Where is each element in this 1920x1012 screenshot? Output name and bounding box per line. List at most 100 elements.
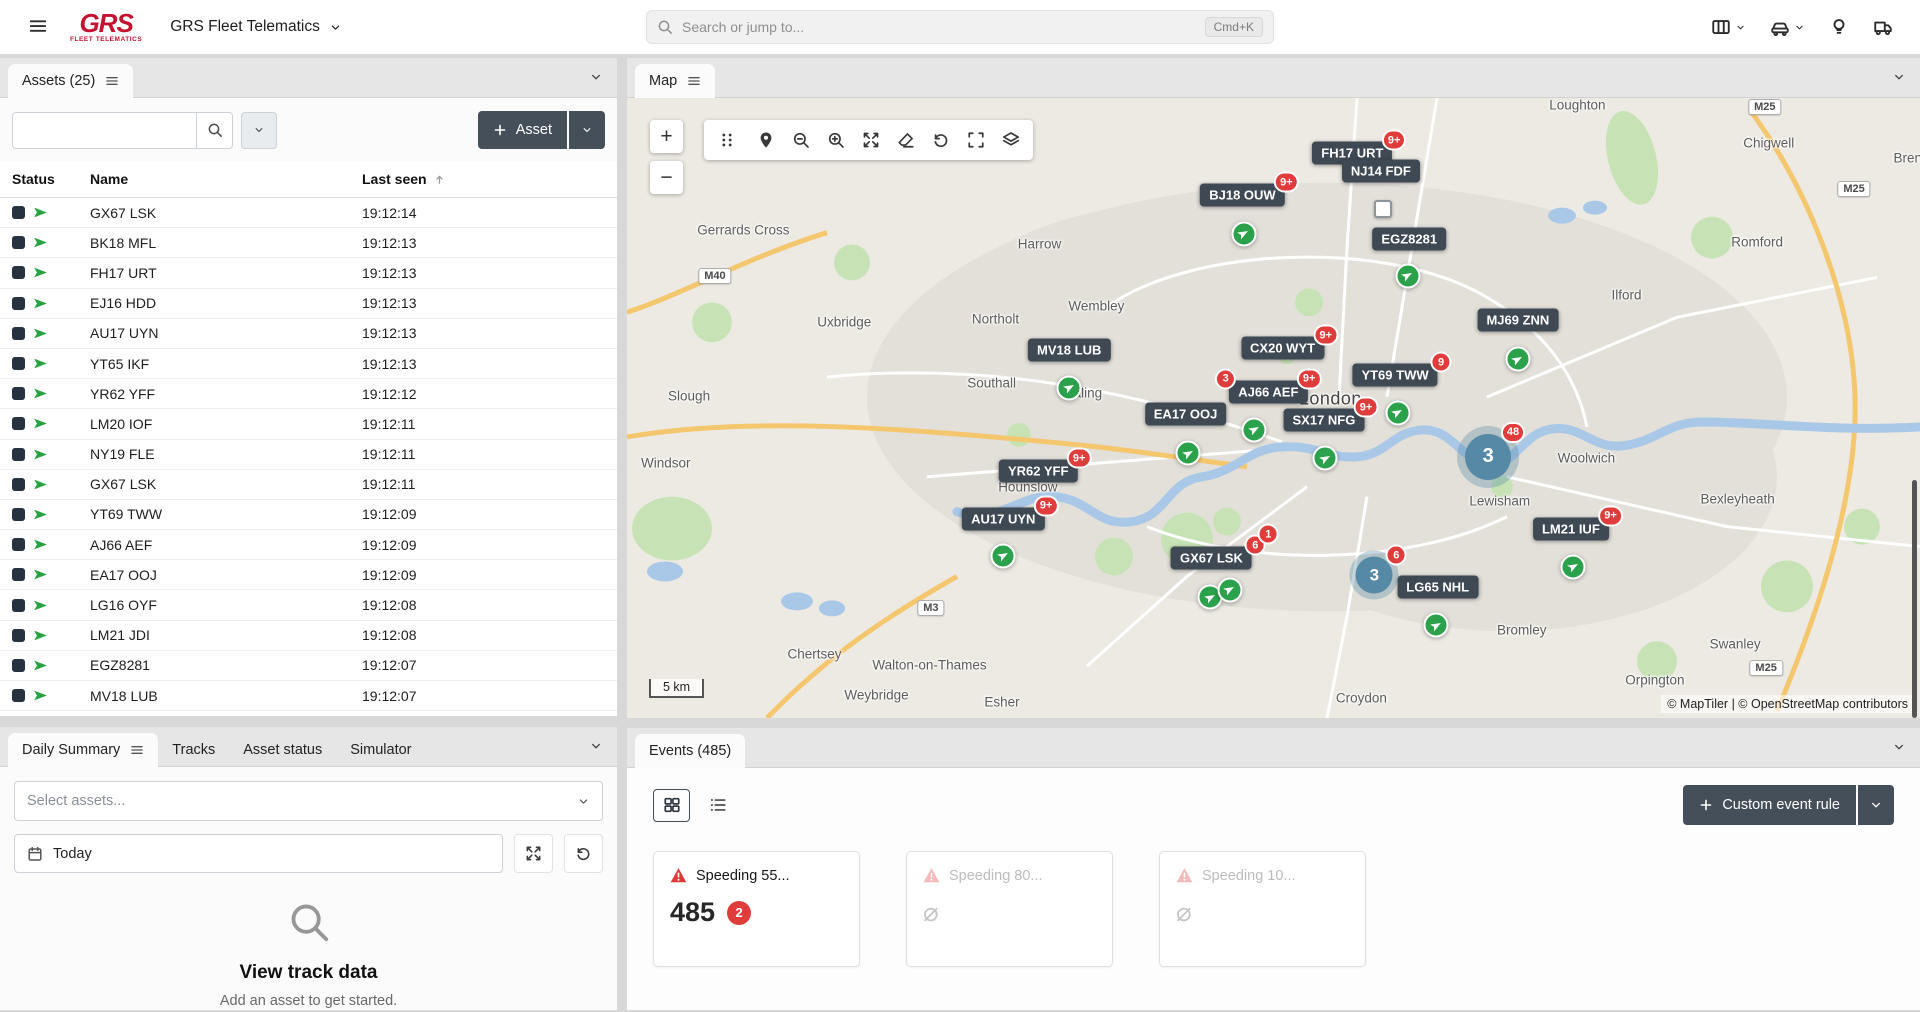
panel-menu-icon[interactable]: [105, 74, 119, 88]
asset-row[interactable]: GX67 LSK19:12:11: [0, 470, 617, 500]
event-card[interactable]: Speeding 80...⌀: [906, 851, 1113, 967]
custom-event-rule-dropdown-button[interactable]: [1858, 785, 1894, 825]
vehicle-direction-marker[interactable]: [1395, 263, 1420, 288]
asset-row[interactable]: EA17 OOJ19:12:09: [0, 560, 617, 590]
collapse-map-panel-button[interactable]: [1892, 70, 1906, 87]
idle-vehicle-marker[interactable]: [1374, 200, 1392, 218]
panel-menu-icon[interactable]: [130, 743, 144, 757]
assets-search-input[interactable]: [12, 112, 196, 149]
collapse-summary-panel-button[interactable]: [589, 739, 603, 756]
assets-select[interactable]: Select assets...: [14, 781, 603, 821]
vehicle-direction-marker[interactable]: [1385, 400, 1410, 425]
asset-row[interactable]: EJ16 HDD19:12:13: [0, 289, 617, 319]
vehicle-label-marker[interactable]: NJ14 FDF: [1342, 160, 1420, 183]
vehicle-direction-marker[interactable]: [1231, 221, 1256, 246]
map-canvas[interactable]: LoughtonChigwellBrentRomfordIlfordGerrar…: [627, 98, 1920, 718]
main-menu-button[interactable]: [22, 10, 54, 45]
vehicle-label-marker[interactable]: YT69 TWW9: [1352, 364, 1437, 387]
event-card[interactable]: Speeding 55...4852: [653, 851, 860, 967]
vehicle-label-marker[interactable]: MJ69 ZNN: [1477, 308, 1558, 331]
hints-button[interactable]: [1824, 12, 1854, 42]
vehicle-label-marker[interactable]: EGZ8281: [1372, 228, 1446, 251]
asset-row[interactable]: YT65 IKF19:12:13: [0, 349, 617, 379]
cluster-marker[interactable]: 348: [1465, 434, 1511, 480]
asset-row[interactable]: YR62 YFF19:12:12: [0, 379, 617, 409]
tab-daily-summary[interactable]: Daily Summary: [8, 733, 158, 767]
tab-tracks[interactable]: Tracks: [158, 733, 229, 767]
vehicle-label-marker[interactable]: MV18 LUB: [1028, 339, 1110, 362]
asset-row[interactable]: AJ66 AEF19:12:09: [0, 530, 617, 560]
vehicle-label-marker[interactable]: AJ66 AEF9+3: [1229, 380, 1307, 403]
layout-switcher-button[interactable]: [1706, 12, 1751, 42]
asset-row[interactable]: FH17 URT19:12:13: [0, 258, 617, 288]
vehicle-label-marker[interactable]: YR62 YFF9+: [999, 460, 1077, 483]
asset-row[interactable]: YT69 TWW19:12:09: [0, 500, 617, 530]
assets-search-button[interactable]: [196, 112, 233, 149]
map-tool-fullscreen[interactable]: [958, 123, 993, 157]
column-last-seen[interactable]: Last seen: [362, 171, 617, 187]
assets-search-options-button[interactable]: [241, 112, 277, 149]
page-scrollbar[interactable]: [1912, 480, 1917, 718]
asset-row[interactable]: GX67 LSK19:12:14: [0, 198, 617, 228]
asset-row[interactable]: [0, 711, 617, 716]
vehicle-direction-marker[interactable]: [1424, 613, 1449, 638]
asset-row[interactable]: LM21 JDI19:12:08: [0, 621, 617, 651]
vehicle-label-marker[interactable]: AU17 UYN9+: [962, 507, 1044, 530]
vehicle-label-marker[interactable]: EA17 OOJ: [1145, 403, 1227, 426]
asset-row[interactable]: BK18 MFL19:12:13: [0, 228, 617, 258]
vehicles-button[interactable]: [1868, 12, 1898, 42]
zoom-in-button[interactable]: +: [650, 120, 683, 153]
refresh-button[interactable]: [564, 834, 603, 873]
column-status[interactable]: Status: [12, 171, 90, 187]
vehicle-label-marker[interactable]: LM21 IUF9+: [1533, 517, 1609, 540]
vehicle-label-marker[interactable]: BJ18 OUW9+: [1200, 184, 1284, 207]
expand-button[interactable]: [514, 834, 553, 873]
map-tool-zoom-out[interactable]: [783, 123, 818, 157]
list-view-button[interactable]: [699, 789, 736, 822]
vehicle-direction-marker[interactable]: [991, 543, 1016, 568]
map-tool-pin[interactable]: [748, 123, 783, 157]
fleet-menu-button[interactable]: [1765, 12, 1810, 42]
vehicle-direction-marker[interactable]: [1176, 441, 1201, 466]
vehicle-direction-marker[interactable]: [1242, 417, 1267, 442]
vehicle-label-marker[interactable]: GX67 LSK61: [1171, 547, 1252, 570]
global-search[interactable]: Cmd+K: [646, 10, 1274, 44]
collapse-events-panel-button[interactable]: [1892, 740, 1906, 757]
vehicle-direction-marker[interactable]: [1057, 375, 1082, 400]
map-tool-rotate[interactable]: [923, 123, 958, 157]
custom-event-rule-button[interactable]: Custom event rule: [1683, 785, 1856, 825]
vehicle-label-marker[interactable]: LG65 NHL: [1397, 576, 1478, 599]
asset-row[interactable]: LM20 IOF19:12:11: [0, 409, 617, 439]
cluster-marker[interactable]: 36: [1356, 557, 1393, 594]
vehicle-direction-marker[interactable]: [1505, 347, 1530, 372]
map-tool-eraser[interactable]: [888, 123, 923, 157]
vehicle-label-marker[interactable]: SX17 NFG9+: [1283, 409, 1364, 432]
asset-row[interactable]: LG16 OYF19:12:08: [0, 590, 617, 620]
map-tool-grid-handle[interactable]: [709, 123, 744, 157]
tab-assets[interactable]: Assets (25): [8, 64, 133, 98]
workspace-switcher[interactable]: GRS Fleet Telematics: [170, 18, 342, 36]
tab-simulator[interactable]: Simulator: [336, 733, 425, 767]
global-search-input[interactable]: [682, 19, 1196, 35]
zoom-out-button[interactable]: −: [650, 161, 683, 194]
tab-asset-status[interactable]: Asset status: [229, 733, 336, 767]
vehicle-label-marker[interactable]: CX20 WYT9+: [1241, 337, 1324, 360]
add-asset-dropdown-button[interactable]: [569, 111, 605, 149]
grid-view-button[interactable]: [653, 789, 690, 822]
asset-row[interactable]: AU17 UYN19:12:13: [0, 319, 617, 349]
tab-events[interactable]: Events (485): [635, 734, 745, 768]
add-asset-button[interactable]: Asset: [478, 111, 567, 149]
date-range-input[interactable]: Today: [14, 834, 503, 873]
event-card[interactable]: Speeding 10...⌀: [1159, 851, 1366, 967]
collapse-assets-panel-button[interactable]: [589, 70, 603, 87]
panel-menu-icon[interactable]: [687, 74, 701, 88]
vehicle-direction-marker[interactable]: [1561, 554, 1586, 579]
asset-row[interactable]: EGZ828119:12:07: [0, 651, 617, 681]
column-name[interactable]: Name: [90, 171, 362, 187]
map-tool-layers[interactable]: [993, 123, 1028, 157]
vehicle-direction-marker[interactable]: [1217, 577, 1242, 602]
map-tool-fit[interactable]: [853, 123, 888, 157]
tab-map[interactable]: Map: [635, 64, 715, 98]
asset-row[interactable]: NY19 FLE19:12:11: [0, 440, 617, 470]
asset-row[interactable]: MV18 LUB19:12:07: [0, 681, 617, 711]
